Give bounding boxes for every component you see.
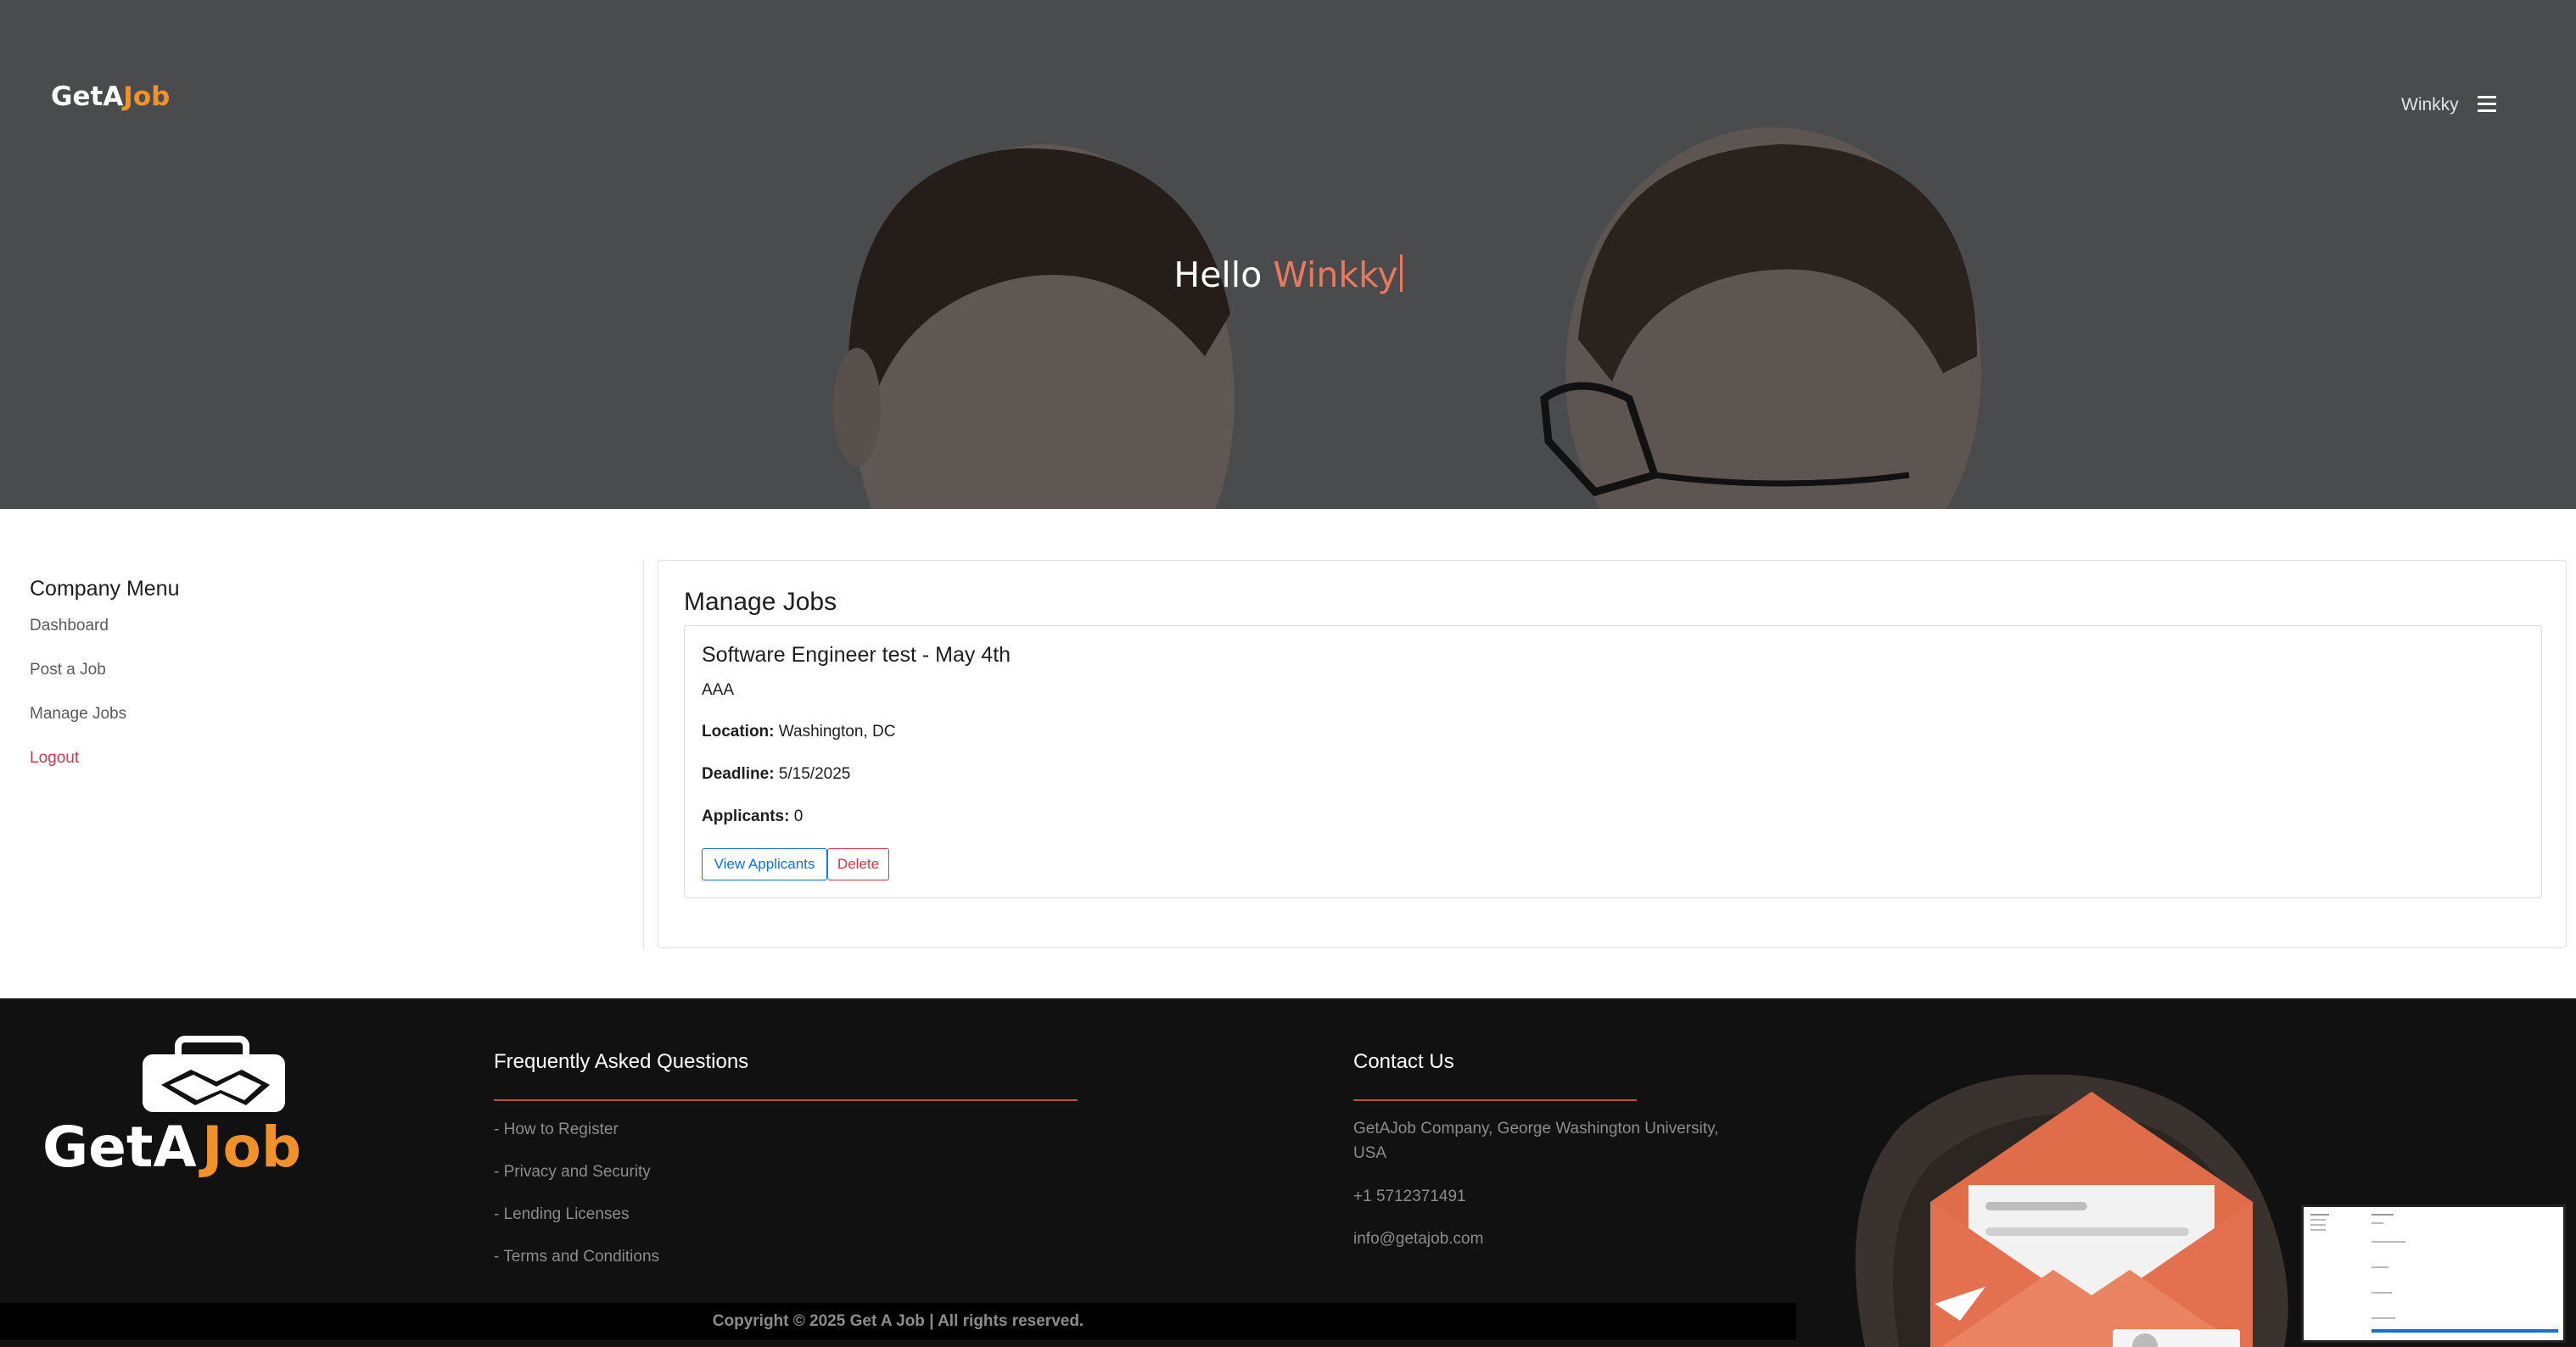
job-deadline: Deadline: 5/15/2025 [702, 765, 850, 784]
job-applicants: Applicants: 0 [702, 808, 803, 826]
delete-job-button[interactable]: Delete [827, 848, 889, 880]
job-deadline-label: Deadline: [702, 765, 775, 783]
sidebar-divider [643, 560, 644, 950]
faq-underline [494, 1099, 1078, 1101]
page-title: Manage Jobs [684, 588, 837, 616]
sidebar-item-manage-jobs[interactable]: Manage Jobs [30, 705, 624, 724]
faq-link-terms[interactable]: - Terms and Conditions [494, 1248, 659, 1266]
copyright-bar: Copyright © 2025 Get A Job | All rights … [0, 1303, 1796, 1340]
job-location-value: Washington, DC [778, 723, 896, 741]
job-applicants-label: Applicants: [702, 808, 790, 825]
contact-heading: Contact Us [1353, 1050, 1454, 1073]
greeting-heading: Hello Winkky [0, 254, 2576, 295]
typing-cursor [1399, 254, 1403, 292]
brand-text-part2: Job [123, 81, 171, 112]
manage-jobs-panel: Manage Jobs Software Engineer test - May… [658, 560, 2567, 948]
job-title: Software Engineer test - May 4th [702, 643, 1011, 667]
faq-link-register[interactable]: - How to Register [494, 1121, 619, 1139]
view-applicants-button[interactable]: View Applicants [702, 848, 827, 880]
faq-link-privacy[interactable]: - Privacy and Security [494, 1163, 651, 1182]
sidebar-title: Company Menu [30, 577, 180, 601]
sidebar-item-logout[interactable]: Logout [30, 749, 624, 768]
greeting-user-name: Winkky [1273, 254, 1398, 295]
user-name-link[interactable]: Winkky [2401, 95, 2459, 115]
faq-link-licenses[interactable]: - Lending Licenses [494, 1205, 630, 1224]
hamburger-menu-icon[interactable] [2478, 96, 2496, 113]
contact-email[interactable]: info@getajob.com [1353, 1227, 1752, 1251]
hero-banner: GetAJob Winkky Hello Winkky [0, 0, 2576, 509]
sidebar-item-dashboard[interactable]: Dashboard [30, 617, 624, 635]
site-footer: GetA Job Frequently Asked Questions - Ho… [0, 998, 2576, 1347]
svg-text:Job: Job [199, 1115, 301, 1180]
faq-heading: Frequently Asked Questions [494, 1050, 749, 1073]
job-deadline-value: 5/15/2025 [778, 765, 851, 783]
contact-underline [1353, 1099, 1637, 1101]
contact-phone[interactable]: +1 5712371491 [1353, 1184, 1752, 1209]
copyright-text: Copyright © 2025 Get A Job | All rights … [712, 1312, 1084, 1330]
sidebar-item-post-job[interactable]: Post a Job [30, 661, 624, 679]
job-applicants-value: 0 [793, 808, 804, 825]
footer-logo[interactable]: GetA Job [42, 1032, 399, 1185]
contact-address: GetAJob Company, George Washington Unive… [1353, 1120, 1719, 1162]
screenshot-thumbnail-preview[interactable] [2301, 1204, 2566, 1343]
job-location-label: Location: [702, 723, 775, 741]
footer-logo-wordmark: GetA Job [42, 1115, 301, 1180]
mail-envelope-illustration [1855, 1075, 2288, 1347]
greeting-text: Hello [1173, 254, 1263, 295]
company-menu-sidebar: Company Menu Dashboard Post a Job Manage… [30, 577, 624, 793]
job-card: Software Engineer test - May 4th AAA Loc… [684, 625, 2542, 898]
brand-logo[interactable]: GetAJob [51, 81, 170, 112]
brand-text-part1: GetA [51, 81, 124, 112]
job-company: AAA [702, 681, 735, 699]
job-location: Location: Washington, DC [702, 723, 895, 741]
svg-text:GetA: GetA [42, 1115, 197, 1180]
